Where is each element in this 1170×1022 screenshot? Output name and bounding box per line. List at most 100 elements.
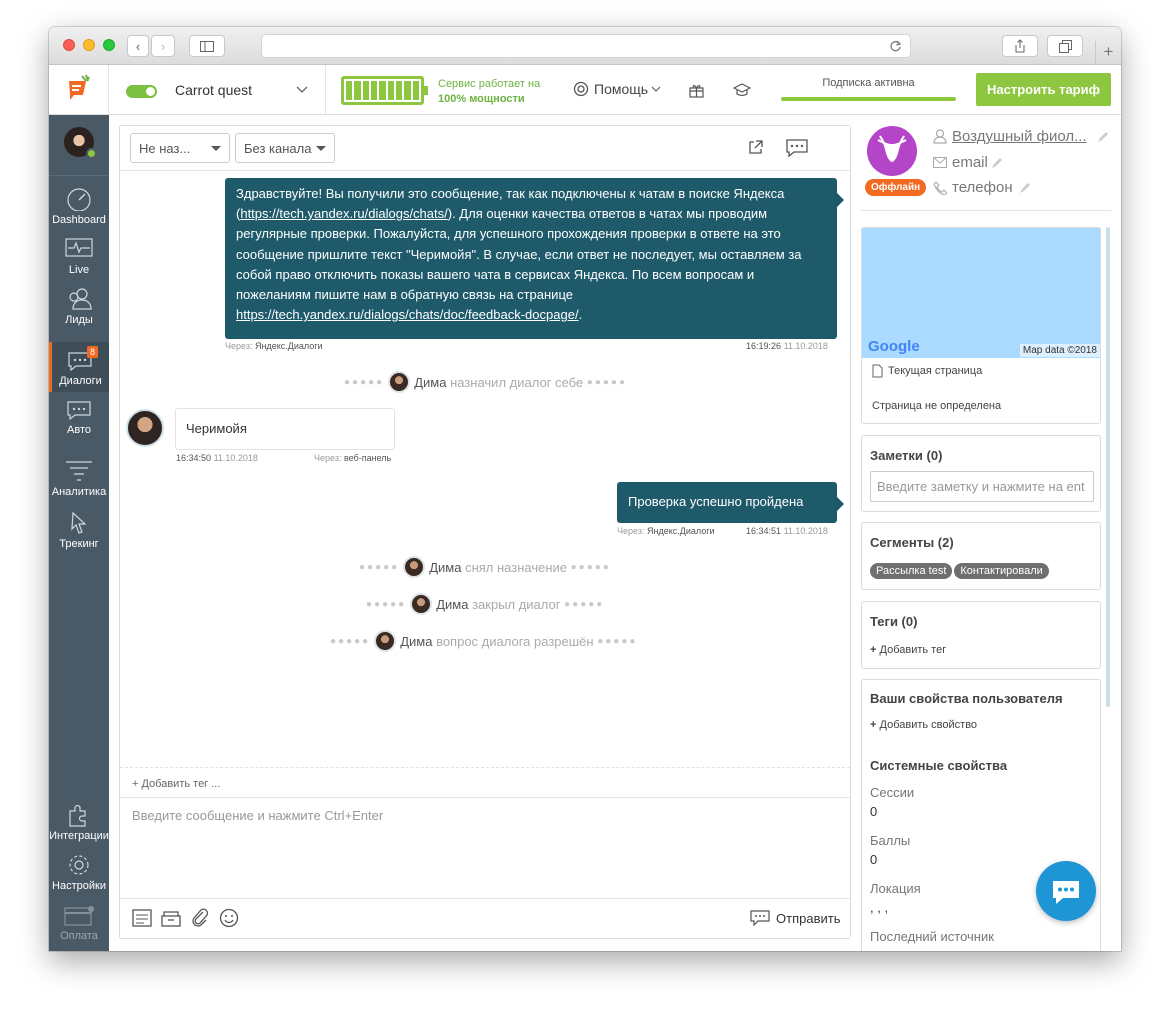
subscription-status: Подписка активна bbox=[822, 77, 915, 89]
online-toggle[interactable] bbox=[126, 85, 157, 98]
online-status-dot bbox=[86, 148, 97, 159]
maximize-window-button[interactable] bbox=[103, 39, 115, 51]
location-card: Google Map data ©2018 Текущая страница С… bbox=[861, 227, 1101, 424]
nav-leads[interactable]: Лиды bbox=[49, 287, 109, 326]
nav-tracking[interactable]: Трекинг bbox=[49, 511, 109, 550]
user-phone-field[interactable]: телефон bbox=[933, 179, 1031, 196]
avatar bbox=[374, 630, 397, 652]
channel-filter[interactable]: Без канала bbox=[235, 133, 335, 163]
user-name-field[interactable]: Воздушный фиол... bbox=[933, 128, 1109, 145]
app-header: Carrot quest Сервис работает на 100% мощ… bbox=[49, 65, 1121, 115]
archive-icon[interactable] bbox=[161, 909, 181, 927]
chevron-right-icon: › bbox=[160, 38, 166, 54]
cursor-icon bbox=[71, 511, 87, 534]
tabs-icon bbox=[1058, 39, 1072, 53]
note-input[interactable]: Введите заметку и нажмите на ent bbox=[870, 471, 1094, 502]
assignee-filter[interactable]: Не наз... bbox=[130, 133, 230, 163]
message-meta: Через: Яндекс.Диалоги bbox=[617, 526, 715, 536]
help-menu[interactable]: Помощь bbox=[573, 81, 661, 97]
gear-icon bbox=[69, 855, 89, 875]
users-icon bbox=[69, 288, 92, 310]
avatar[interactable] bbox=[64, 127, 97, 159]
plus-icon: + bbox=[1103, 42, 1114, 61]
gauge-icon bbox=[67, 188, 91, 211]
funnel-icon bbox=[66, 461, 92, 481]
user-profile-header: Оффлайн Воздушный фиол... email телефон bbox=[861, 123, 1111, 211]
address-bar[interactable] bbox=[261, 34, 911, 58]
carrot-logo-icon bbox=[69, 74, 90, 100]
user-avatar[interactable] bbox=[867, 126, 917, 176]
user-email-field[interactable]: email bbox=[933, 154, 1003, 171]
nav-payment[interactable]: Оплата bbox=[49, 905, 109, 942]
message-link[interactable]: https://tech.yandex.ru/dialogs/chats/doc… bbox=[236, 307, 579, 322]
system-event: ●●●●● Дима назначил диалог себе ●●●●● bbox=[344, 371, 627, 393]
gift-icon[interactable] bbox=[689, 83, 704, 98]
sidebar-scrollbar[interactable] bbox=[1106, 227, 1110, 707]
chat-bubble-icon bbox=[750, 910, 770, 926]
nav-analytics[interactable]: Аналитика bbox=[49, 459, 109, 498]
nav-settings[interactable]: Настройки bbox=[49, 853, 109, 892]
emoji-icon[interactable] bbox=[219, 908, 239, 928]
segment-tag[interactable]: Рассылка test bbox=[870, 563, 953, 579]
segment-tag[interactable]: Контактировали bbox=[954, 563, 1049, 579]
system-event: ●●●●● Дима закрыл диалог ●●●●● bbox=[366, 593, 604, 615]
property-value: , , , bbox=[870, 900, 889, 915]
property-label: Локация bbox=[870, 881, 921, 896]
reload-icon[interactable] bbox=[889, 40, 902, 53]
map[interactable]: Google Map data ©2018 bbox=[862, 228, 1100, 358]
chevron-left-icon: ‹ bbox=[135, 38, 141, 54]
tabs-button[interactable] bbox=[1047, 35, 1083, 57]
add-tag-button[interactable]: + Добавить тег bbox=[870, 644, 946, 656]
chevron-down-icon bbox=[651, 86, 661, 92]
notes-icon[interactable] bbox=[132, 909, 152, 927]
nav-integrations[interactable]: Интеграции bbox=[49, 803, 109, 842]
mail-icon bbox=[933, 157, 947, 168]
notes-title: Заметки (0) bbox=[870, 448, 943, 463]
puzzle-icon bbox=[69, 804, 86, 827]
unread-badge: 8 bbox=[87, 346, 99, 358]
external-link-icon[interactable] bbox=[748, 140, 763, 155]
nav-auto[interactable]: Авто bbox=[49, 399, 109, 436]
send-button[interactable]: Отправить bbox=[750, 910, 840, 926]
properties-title: Ваши свойства пользователя bbox=[870, 691, 1063, 706]
property-label: Баллы bbox=[870, 833, 911, 848]
message-timestamp: 16:34:50 11.10.2018 bbox=[176, 453, 258, 463]
service-status-text: Сервис работает на 100% мощности bbox=[438, 78, 541, 105]
message-link[interactable]: https://tech.yandex.ru/dialogs/chats/ bbox=[240, 206, 447, 221]
pencil-icon[interactable] bbox=[991, 157, 1003, 169]
chat-widget-button[interactable] bbox=[1036, 861, 1096, 921]
paperclip-icon[interactable] bbox=[191, 908, 209, 928]
add-tag-link[interactable]: + Добавить тег ... bbox=[120, 767, 850, 798]
browser-window: ‹ › + Carrot quest Сервис работает на 10… bbox=[49, 27, 1121, 951]
logo[interactable] bbox=[49, 65, 109, 115]
chevron-down-icon[interactable] bbox=[296, 86, 308, 94]
avatar bbox=[403, 556, 426, 578]
chat-bubble-icon[interactable] bbox=[785, 138, 809, 158]
nav-dialogs[interactable]: Диалоги 8 bbox=[49, 342, 109, 392]
add-property-button[interactable]: + Добавить свойство bbox=[870, 719, 977, 731]
sidebar-toggle-button[interactable] bbox=[189, 35, 225, 57]
current-page-value: Страница не определена bbox=[872, 400, 1002, 412]
configure-tariff-button[interactable]: Настроить тариф bbox=[976, 73, 1111, 106]
incoming-message: Черимойя bbox=[175, 408, 395, 450]
system-properties-title: Системные свойства bbox=[870, 758, 1008, 773]
avatar bbox=[388, 371, 411, 393]
plus-icon: + bbox=[870, 719, 877, 731]
graduation-cap-icon[interactable] bbox=[733, 83, 751, 98]
company-name[interactable]: Carrot quest bbox=[175, 82, 252, 98]
avatar bbox=[410, 593, 433, 615]
message-timestamp: 16:19:26 11.10.2018 bbox=[746, 341, 828, 351]
close-window-button[interactable] bbox=[63, 39, 75, 51]
pencil-icon[interactable] bbox=[1097, 131, 1109, 143]
share-button[interactable] bbox=[1002, 35, 1038, 57]
user-icon bbox=[933, 129, 947, 144]
message-input[interactable]: Введите сообщение и нажмите Ctrl+Enter bbox=[132, 808, 383, 823]
minimize-window-button[interactable] bbox=[83, 39, 95, 51]
visitor-avatar[interactable] bbox=[126, 409, 164, 447]
new-tab-button[interactable]: + bbox=[1095, 41, 1121, 65]
pencil-icon[interactable] bbox=[1019, 182, 1031, 194]
nav-dashboard[interactable]: Dashboard bbox=[49, 187, 109, 226]
forward-button[interactable]: › bbox=[151, 35, 175, 57]
back-button[interactable]: ‹ bbox=[127, 35, 149, 57]
nav-live[interactable]: Live bbox=[49, 237, 109, 276]
